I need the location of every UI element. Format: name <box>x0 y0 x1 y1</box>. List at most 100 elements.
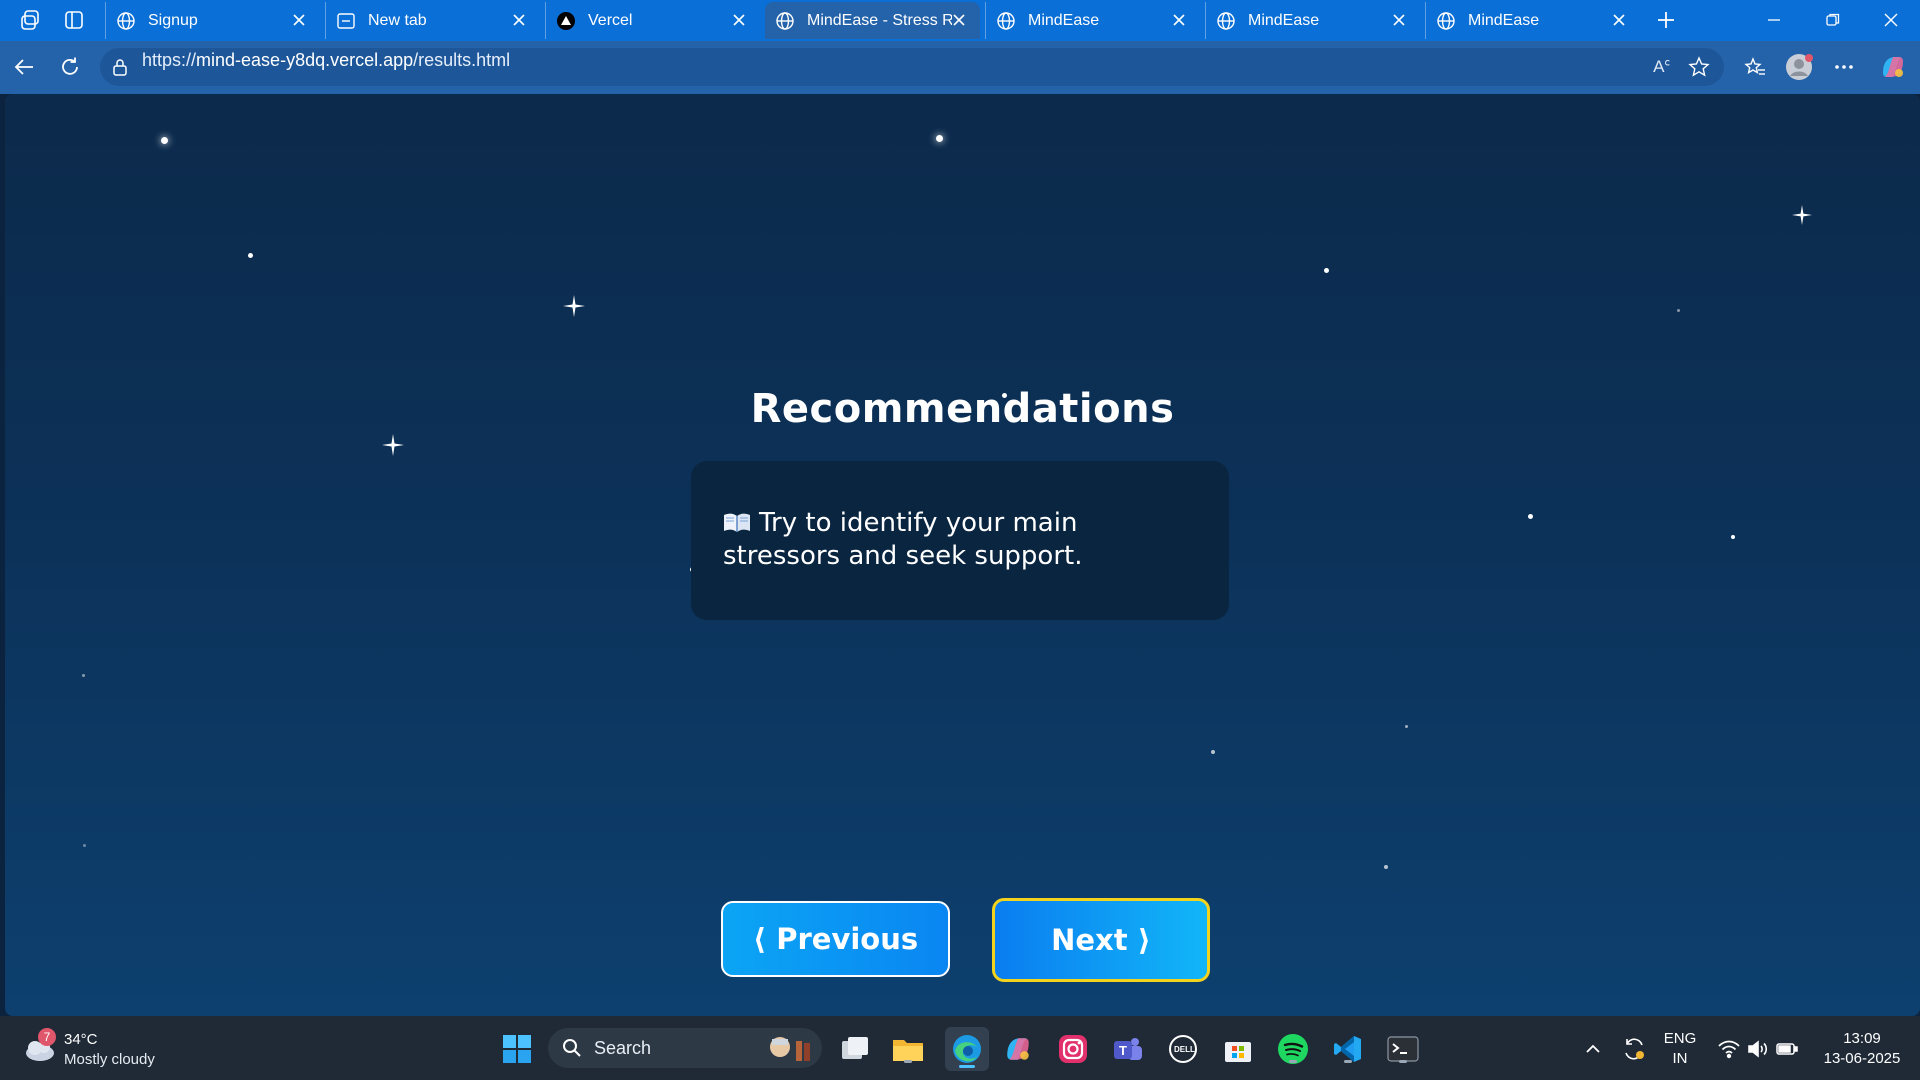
running-indicator <box>1399 1060 1407 1063</box>
sparkle-star <box>563 295 585 317</box>
copilot-app-icon[interactable] <box>1001 1032 1035 1066</box>
url-domain: mind-ease-y8dq.vercel.app <box>196 50 414 70</box>
vscode-icon[interactable] <box>1331 1032 1365 1066</box>
file-explorer-icon[interactable] <box>891 1032 925 1066</box>
read-aloud-icon[interactable]: Aⅽ <box>1653 57 1670 77</box>
running-indicator <box>904 1060 912 1063</box>
taskbar-search-box[interactable]: Search <box>548 1028 822 1068</box>
terminal-icon[interactable] <box>1386 1032 1420 1066</box>
search-highlight-icon <box>764 1033 816 1068</box>
globe-icon <box>996 11 1016 31</box>
tab-title: New tab <box>368 11 427 29</box>
svg-text:DELL: DELL <box>1174 1045 1195 1054</box>
star <box>1324 268 1329 273</box>
tab-title: MindEase <box>1468 11 1540 29</box>
book-icon <box>723 509 751 532</box>
lock-icon[interactable] <box>112 58 128 81</box>
browser-tab-strip: Signup New tab Vercel MindEase - Stress … <box>0 0 1920 41</box>
new-tab-plus-icon[interactable] <box>1652 6 1680 34</box>
globe-icon <box>116 11 136 31</box>
refresh-icon[interactable] <box>56 53 84 81</box>
weather-temperature: 34°C <box>64 1031 98 1048</box>
clock-time: 13:09 <box>1843 1030 1881 1047</box>
show-hidden-icons-chevron-icon[interactable] <box>1576 1032 1610 1066</box>
close-tab-icon[interactable] <box>290 11 308 29</box>
svg-text:T: T <box>1119 1043 1127 1058</box>
start-windows-icon[interactable] <box>500 1032 534 1066</box>
sparkle-star <box>382 434 404 456</box>
workspaces-icon[interactable] <box>18 8 42 32</box>
sync-icon[interactable] <box>1617 1032 1651 1066</box>
tab-vercel[interactable]: Vercel <box>545 2 760 39</box>
restore-icon[interactable] <box>1815 8 1851 32</box>
globe-icon <box>1436 11 1456 31</box>
tab-mindease[interactable]: MindEase <box>985 2 1200 39</box>
edge-browser-icon[interactable] <box>945 1027 989 1071</box>
tab-title: MindEase <box>1248 11 1320 29</box>
copilot-icon[interactable] <box>1879 53 1907 81</box>
globe-icon <box>775 11 795 31</box>
battery-icon[interactable] <box>1770 1032 1804 1066</box>
instagram-icon[interactable] <box>1056 1032 1090 1066</box>
tab-title: Signup <box>148 11 198 29</box>
running-indicator <box>1344 1060 1352 1063</box>
favorites-icon[interactable] <box>1741 53 1769 81</box>
star <box>83 844 86 847</box>
close-tab-icon[interactable] <box>510 11 528 29</box>
tab-title: Vercel <box>588 11 633 29</box>
dell-icon[interactable]: DELL <box>1166 1032 1200 1066</box>
star <box>936 135 943 142</box>
weather-widget[interactable]: 7 34°C Mostly cloudy <box>20 1028 170 1072</box>
close-tab-icon[interactable] <box>730 11 748 29</box>
spotify-icon[interactable] <box>1276 1032 1310 1066</box>
teams-icon[interactable]: T <box>1111 1032 1145 1066</box>
star <box>1211 750 1215 754</box>
tab-title: MindEase - Stress Res <box>807 11 952 29</box>
microsoft-store-icon[interactable] <box>1221 1032 1255 1066</box>
page-viewport: Recommendations Try to identify your mai… <box>5 94 1920 1016</box>
recommendation-text: Try to identify your main stressors and … <box>723 508 1083 571</box>
tab-actions-icon[interactable] <box>62 8 86 32</box>
recommendation-card: Try to identify your main stressors and … <box>691 461 1229 620</box>
url-text[interactable]: https://mind-ease-y8dq.vercel.app/result… <box>142 50 510 71</box>
url-path: /results.html <box>413 50 511 70</box>
newtab-icon <box>336 11 356 31</box>
region-code: IN <box>1672 1050 1688 1067</box>
task-view-icon[interactable] <box>838 1032 872 1066</box>
tab-new-tab[interactable]: New tab <box>325 2 540 39</box>
close-tab-icon[interactable] <box>950 11 968 29</box>
tab-mindease[interactable]: MindEase <box>1205 2 1420 39</box>
weather-alert-badge: 7 <box>38 1028 56 1046</box>
close-tab-icon[interactable] <box>1610 11 1628 29</box>
windows-taskbar: 7 34°C Mostly cloudy Search T DELL ENG I… <box>0 1016 1920 1080</box>
tab-signup[interactable]: Signup <box>105 2 320 39</box>
url-scheme: https:// <box>142 50 197 70</box>
search-icon <box>562 1038 582 1058</box>
profile-avatar-icon[interactable] <box>1785 53 1813 81</box>
close-tab-icon[interactable] <box>1170 11 1188 29</box>
star <box>1677 309 1680 312</box>
clock-date: 13-06-2025 <box>1823 1050 1901 1067</box>
language-code: ENG <box>1663 1030 1697 1047</box>
weather-condition: Mostly cloudy <box>64 1051 155 1068</box>
language-indicator[interactable]: ENG IN <box>1660 1029 1700 1069</box>
star <box>82 674 85 677</box>
minimize-icon[interactable] <box>1756 8 1792 32</box>
globe-icon <box>1216 11 1236 31</box>
previous-button[interactable]: ⟨ Previous <box>721 901 950 977</box>
favorite-star-icon[interactable] <box>1688 56 1710 83</box>
sparkle-star <box>1792 205 1814 227</box>
running-indicator <box>1289 1060 1297 1063</box>
tab-mindease-active[interactable]: MindEase - Stress Res <box>765 2 980 39</box>
back-arrow-icon[interactable] <box>10 53 38 81</box>
running-indicator <box>959 1065 975 1068</box>
tab-title: MindEase <box>1028 11 1100 29</box>
system-clock[interactable]: 13:09 13-06-2025 <box>1812 1029 1912 1069</box>
more-options-icon[interactable] <box>1830 53 1858 81</box>
page-title: Recommendations <box>750 386 1175 432</box>
next-button[interactable]: Next ⟩ <box>992 898 1210 982</box>
close-tab-icon[interactable] <box>1390 11 1408 29</box>
close-window-icon[interactable] <box>1873 8 1909 32</box>
tab-mindease[interactable]: MindEase <box>1425 2 1640 39</box>
star <box>1384 865 1388 869</box>
